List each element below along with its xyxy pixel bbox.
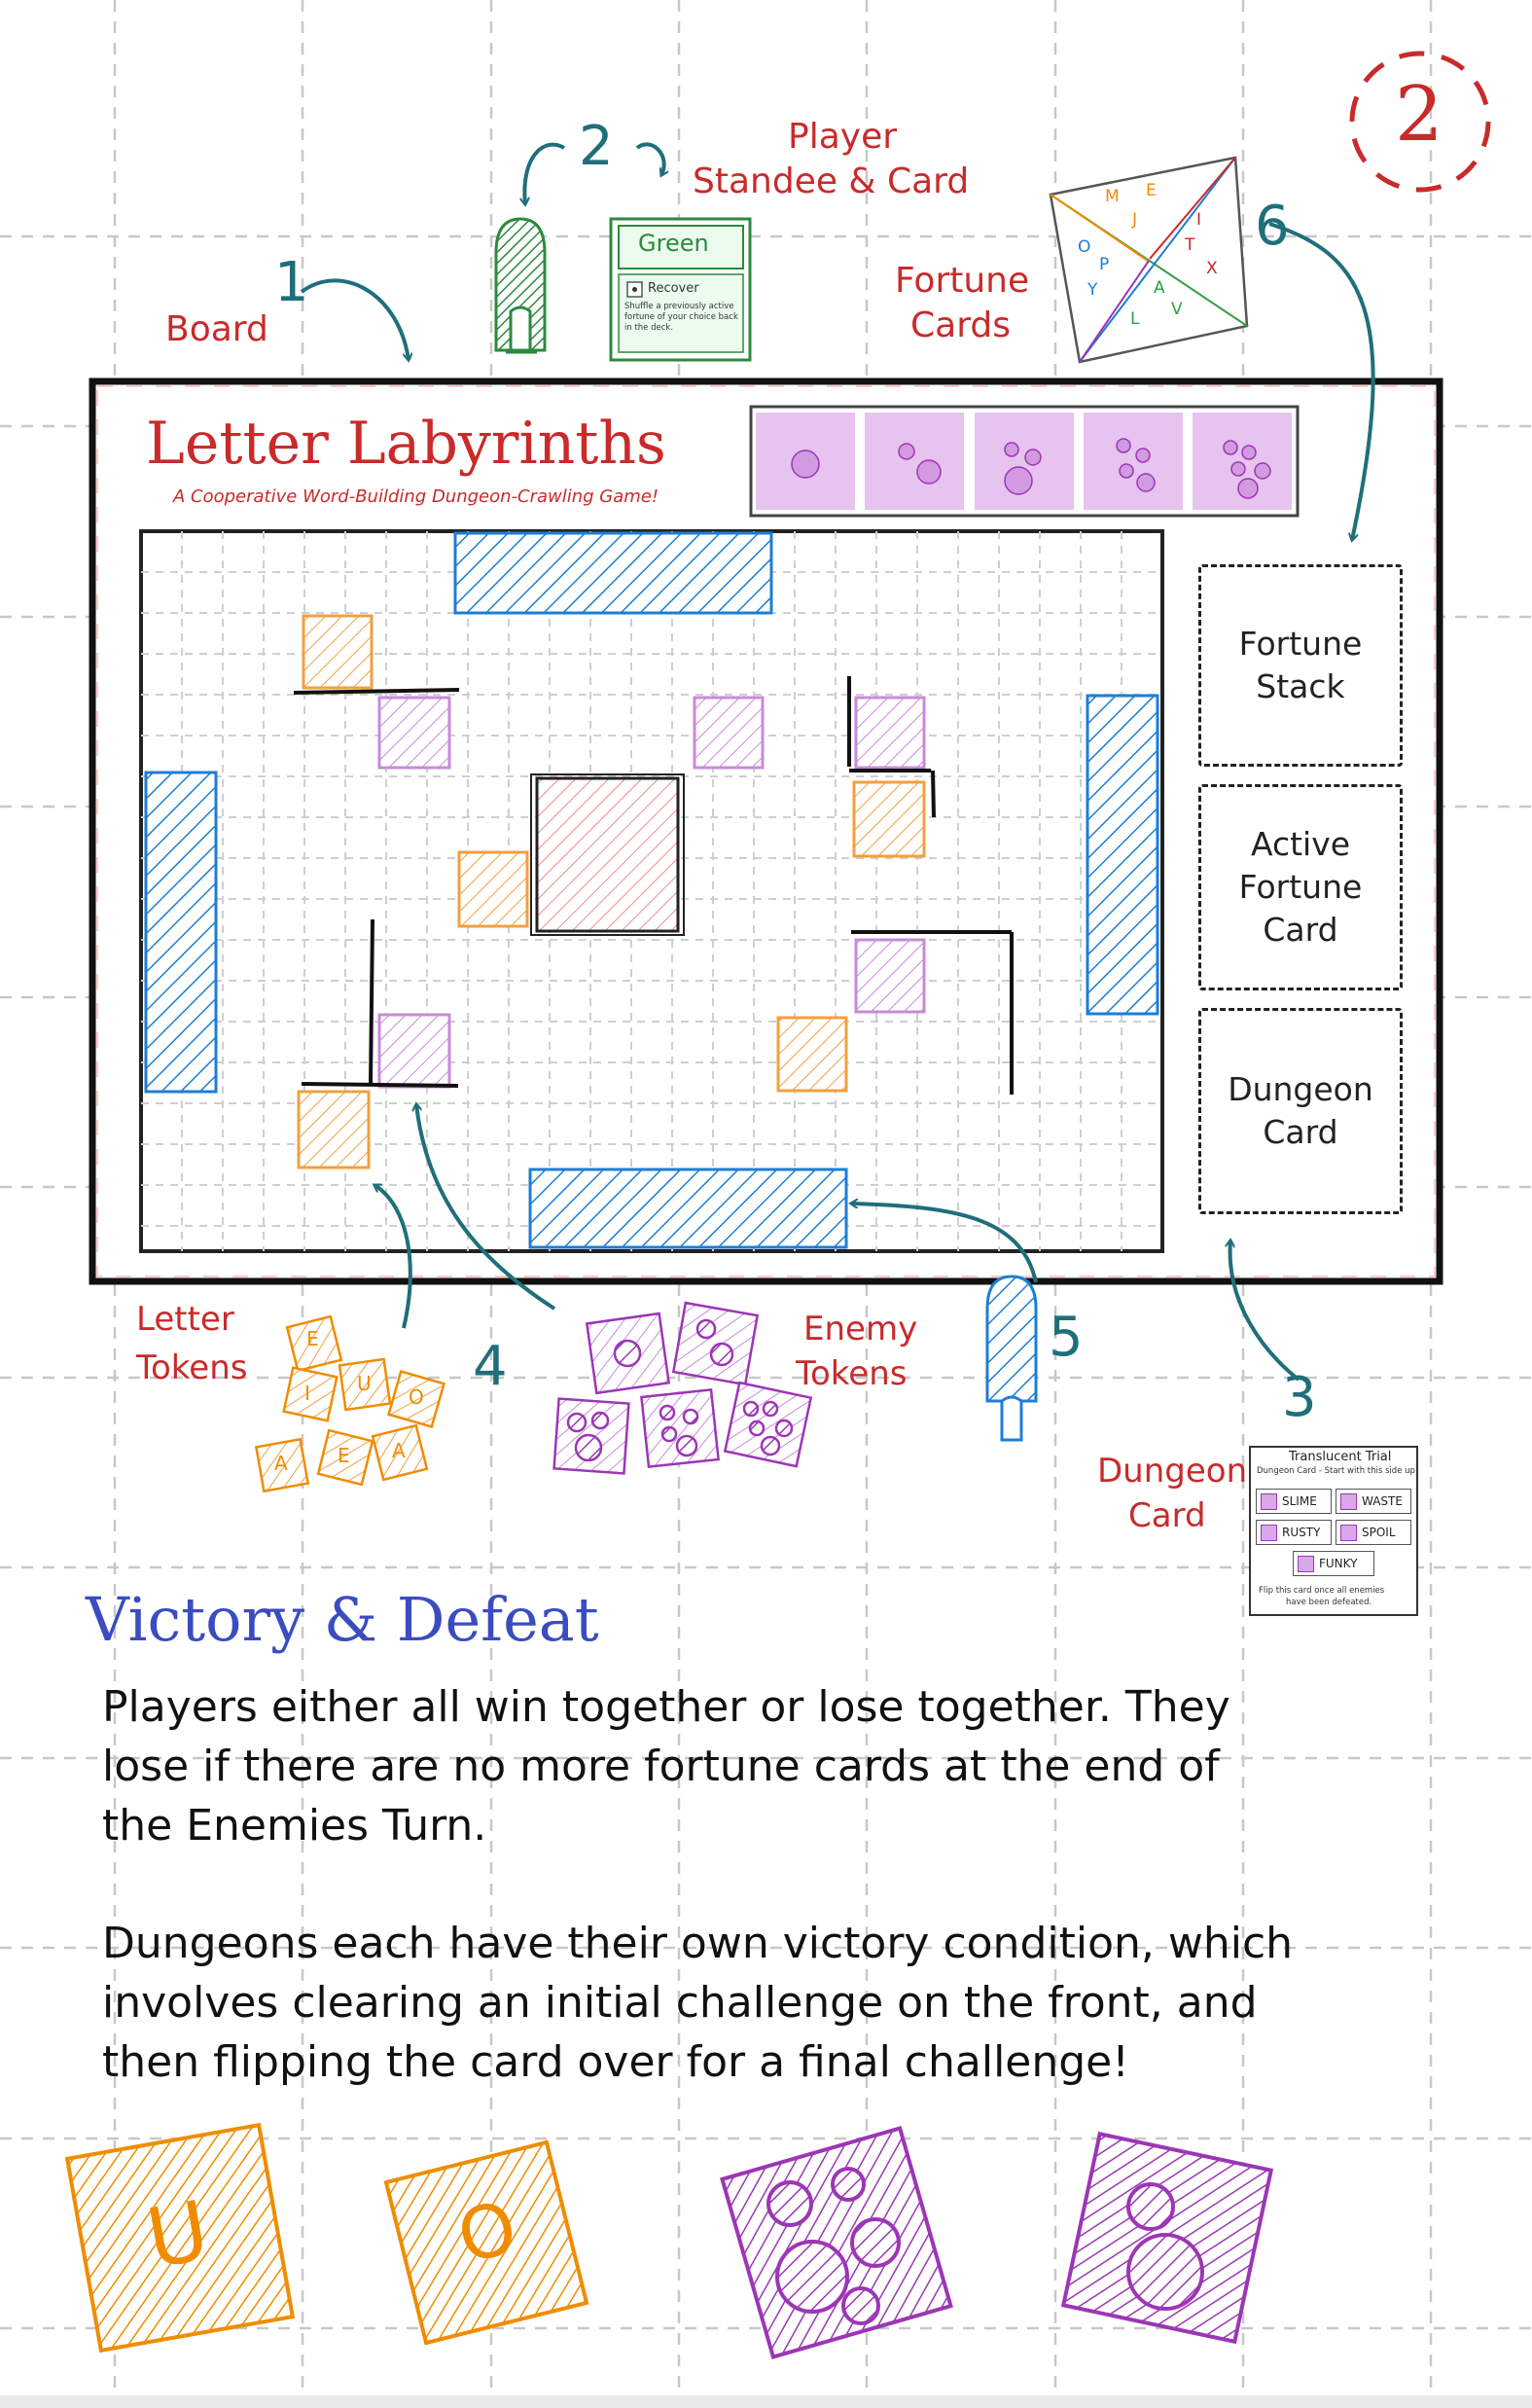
fortune-letter: P	[1099, 255, 1110, 274]
callout-number-player: 2	[579, 115, 614, 178]
callout-number-dungeon: 3	[1282, 1366, 1317, 1429]
callout-number-letters: 4	[473, 1335, 508, 1398]
player-card-text: Shuffle a previously active fortune of y…	[624, 302, 738, 333]
dungeon-grid	[139, 529, 1164, 1253]
fortune-letter: O	[1078, 237, 1091, 257]
fortune-letter: V	[1171, 300, 1183, 319]
dungeon-card-title: Translucent Trial	[1289, 1450, 1392, 1464]
callout-label-fortune-1: Fortune	[895, 261, 1030, 301]
callout-label-enemy-2: Tokens	[796, 1354, 908, 1393]
fortune-stack-slot: Fortune Stack	[1198, 564, 1403, 767]
letter-token: A	[274, 1452, 288, 1475]
entrance-left	[144, 771, 218, 1094]
dungeon-card-enemy: RUSTY	[1256, 1520, 1332, 1545]
large-enemy-token-two	[1060, 2131, 1274, 2345]
paragraph-line: lose if there are no more fortune cards …	[102, 1742, 1220, 1791]
callout-label-board: Board	[165, 309, 268, 349]
callout-label-player-1: Player	[788, 117, 898, 157]
callout-label-player-2: Standee & Card	[693, 162, 970, 201]
fortune-letter: I	[1196, 210, 1202, 230]
letter-token: U	[357, 1372, 372, 1395]
callout-number-fortune: 6	[1255, 195, 1290, 258]
enemy-tokens-art	[552, 1301, 813, 1475]
paragraph-line: then flipping the card over for a final …	[102, 2037, 1129, 2087]
fortune-letter: J	[1132, 210, 1138, 230]
green-standee	[494, 217, 547, 354]
paragraph-line: the Enemies Turn.	[102, 1801, 487, 1851]
fortune-letter: M	[1105, 187, 1120, 206]
dungeon-card-enemy: SLIME	[1256, 1489, 1332, 1514]
paragraph-line: Players either all win together or lose …	[102, 1682, 1230, 1732]
letter-token: O	[409, 1385, 424, 1409]
dungeon-card-footer-1: Flip this card once all enemies	[1259, 1586, 1385, 1596]
center-room	[535, 776, 680, 933]
letter-token: E	[338, 1444, 350, 1467]
player-card-name: Green	[638, 230, 709, 257]
page-number: 2	[1395, 71, 1443, 159]
fortune-letter: Y	[1087, 280, 1098, 300]
letter-token: A	[392, 1439, 406, 1462]
callout-number-board: 1	[274, 251, 309, 314]
callout-label-dungeon-1: Dungeon	[1097, 1452, 1248, 1491]
section-heading: Victory & Defeat	[86, 1584, 599, 1655]
active-fortune-slot: Active Fortune Card	[1198, 784, 1403, 990]
paragraph-line: involves clearing an initial challenge o…	[102, 1978, 1258, 2028]
callout-label-letters-1: Letter	[136, 1300, 234, 1339]
blue-standee	[985, 1275, 1038, 1442]
fortune-letter: E	[1146, 181, 1157, 200]
entrance-bottom	[528, 1168, 848, 1249]
callout-number-enemy: 5	[1049, 1306, 1084, 1369]
dungeon-card-enemy: SPOIL	[1336, 1520, 1411, 1545]
callout-label-fortune-2: Cards	[910, 305, 1011, 345]
callout-label-enemy-1: Enemy	[803, 1310, 918, 1348]
dungeon-card-subtitle: Dungeon Card - Start with this side up!	[1257, 1466, 1419, 1476]
callout-label-dungeon-2: Card	[1128, 1496, 1206, 1535]
paragraph-line: Dungeons each have their own victory con…	[102, 1919, 1294, 1968]
rulebook-page: 2 1 Board 2 Player Standee & Card 6 Fort…	[0, 0, 1532, 2408]
letter-token: E	[306, 1327, 319, 1350]
dungeon-card-slot: Dungeon Card	[1198, 1008, 1403, 1214]
dungeon-card-enemy: FUNKY	[1293, 1551, 1374, 1576]
callout-label-letters-2: Tokens	[136, 1348, 248, 1387]
entrance-right	[1086, 694, 1159, 1016]
fortune-letter: X	[1206, 259, 1218, 278]
dungeon-card-enemy: WASTE	[1336, 1489, 1411, 1514]
fortune-letter: T	[1185, 235, 1195, 255]
player-card-ability: Recover	[648, 281, 699, 296]
board-subtitle: A Cooperative Word-Building Dungeon-Craw…	[173, 486, 659, 507]
large-enemy-token-five	[720, 2126, 953, 2359]
dungeon-card-footer-2: have been defeated.	[1286, 1598, 1372, 1607]
fortune-letter: A	[1154, 278, 1165, 298]
fortune-letter: L	[1130, 309, 1140, 329]
letter-token: I	[304, 1382, 310, 1405]
enemy-health-track	[749, 405, 1300, 518]
entrance-top	[453, 531, 773, 615]
board-title: Letter Labyrinths	[146, 410, 666, 478]
